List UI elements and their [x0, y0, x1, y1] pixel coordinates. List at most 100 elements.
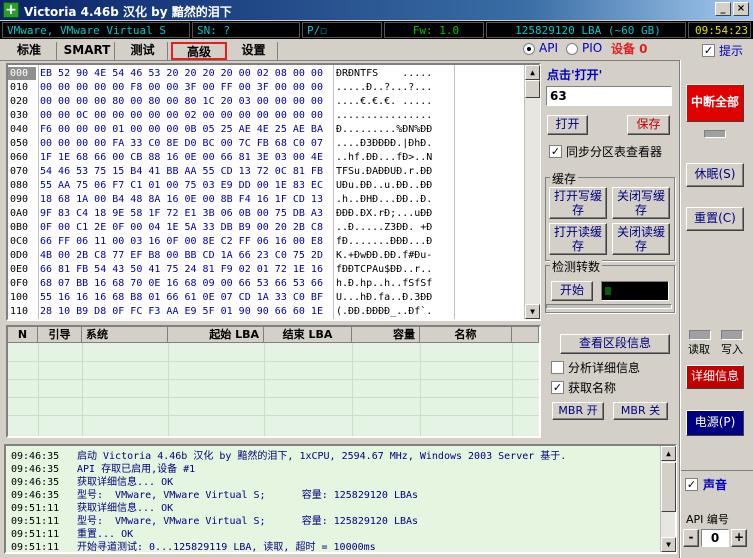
- hex-row[interactable]: 110 28 10 B9 D8 0F FC F3 AA E9 5F 01 90 9…: [8, 305, 522, 318]
- hex-bytes[interactable]: 00 00 00 00 80 00 80 00 80 1C 20 03 00 0…: [40, 95, 323, 108]
- hex-row[interactable]: 0E0 66 81 FB 54 43 50 41 75 24 81 F9 02 0…: [8, 263, 522, 276]
- reset-button[interactable]: 重置(C): [686, 207, 744, 231]
- tab-smart[interactable]: SMART: [60, 42, 115, 60]
- get-name-checkbox[interactable]: ✓: [551, 381, 564, 394]
- hex-offset[interactable]: 0D0: [8, 249, 36, 262]
- disable-write-cache-button[interactable]: 关闭写缓存: [612, 187, 670, 219]
- hex-offset[interactable]: 050: [8, 137, 36, 150]
- hex-bytes[interactable]: 28 10 B9 D8 0F FC F3 AA E9 5F 01 90 90 6…: [40, 305, 323, 318]
- sync-partition-checkbox[interactable]: ✓: [549, 145, 562, 158]
- hex-ascii[interactable]: ................: [336, 109, 432, 122]
- mbr-on-button[interactable]: MBR 开: [552, 402, 604, 420]
- hex-ascii[interactable]: .h..ĐHĐ...ĐĐ..Đ.: [336, 193, 432, 206]
- col-boot[interactable]: 引导: [38, 327, 82, 343]
- col-system[interactable]: 系统: [82, 327, 168, 343]
- api-number-increment[interactable]: +: [731, 529, 747, 547]
- hex-offset[interactable]: 080: [8, 179, 36, 192]
- view-partition-info-button[interactable]: 查看区段信息: [560, 334, 670, 354]
- hex-ascii[interactable]: ..Đ.....Z3ĐĐ. +Đ: [336, 221, 432, 234]
- log-scroll-down-icon[interactable]: ▼: [661, 537, 676, 552]
- enable-write-cache-button[interactable]: 打开写缓存: [549, 187, 607, 219]
- hex-bytes[interactable]: 18 68 1A 00 B4 48 8A 16 0E 00 8B F4 16 1…: [40, 193, 323, 206]
- hex-bytes[interactable]: 00 00 0C 00 00 00 00 00 02 00 00 00 00 0…: [40, 109, 323, 122]
- disable-read-cache-button[interactable]: 关闭读缓存: [612, 223, 670, 255]
- hex-offset[interactable]: 0A0: [8, 207, 36, 220]
- api-number-input[interactable]: 0: [701, 529, 729, 547]
- col-name[interactable]: 名称: [420, 327, 512, 343]
- log-scrollbar[interactable]: ▲ ▼: [660, 446, 676, 552]
- hex-row[interactable]: 100 55 16 16 16 68 B8 01 66 61 0E 07 CD 1…: [8, 291, 522, 304]
- hex-offset[interactable]: 090: [8, 193, 36, 206]
- tab-advanced[interactable]: 高级: [171, 42, 227, 60]
- hex-bytes[interactable]: 00 00 00 00 00 F8 00 00 3F 00 FF 00 3F 0…: [40, 81, 323, 94]
- hex-offset[interactable]: 0B0: [8, 221, 36, 234]
- hex-ascii[interactable]: .....Đ..?...?...: [336, 81, 432, 94]
- hex-bytes[interactable]: 54 46 53 75 15 B4 41 BB AA 55 CD 13 72 0…: [40, 165, 323, 178]
- hex-bytes[interactable]: 4B 00 2B C8 77 EF B8 00 BB CD 1A 66 23 C…: [40, 249, 323, 262]
- hex-ascii[interactable]: ..hf.ĐĐ...fĐ>..N: [336, 151, 432, 164]
- hint-checkbox[interactable]: ✓: [702, 44, 715, 57]
- hex-bytes[interactable]: 55 AA 75 06 F7 C1 01 00 75 03 E9 DD 00 1…: [40, 179, 323, 192]
- hex-row[interactable]: 010 00 00 00 00 00 F8 00 00 3F 00 FF 00 3…: [8, 81, 522, 94]
- tab-settings[interactable]: 设置: [230, 42, 278, 60]
- hex-offset[interactable]: 070: [8, 165, 36, 178]
- hex-scrollbar[interactable]: ▲ ▼: [524, 65, 540, 319]
- api-number-decrement[interactable]: -: [683, 529, 699, 547]
- hex-bytes[interactable]: 55 16 16 16 68 B8 01 66 61 0E 07 CD 1A 3…: [40, 291, 323, 304]
- api-radio[interactable]: [523, 43, 535, 55]
- hex-row[interactable]: 080 55 AA 75 06 F7 C1 01 00 75 03 E9 DD 0…: [8, 179, 522, 192]
- hex-ascii[interactable]: Đ.........%ĐN%ĐĐ: [336, 123, 432, 136]
- hex-ascii[interactable]: TFSu.ĐAĐĐUĐ.r.ĐĐ: [336, 165, 432, 178]
- tab-test[interactable]: 测试: [118, 42, 168, 60]
- hex-bytes[interactable]: 9F 83 C4 18 9E 58 1F 72 E1 3B 06 0B 00 7…: [40, 207, 323, 220]
- hex-row[interactable]: 040 F6 00 00 00 01 00 00 00 0B 05 25 AE 4…: [8, 123, 522, 136]
- details-button[interactable]: 详细信息: [686, 365, 744, 389]
- hex-ascii[interactable]: fĐĐTCPAu$ĐĐ..r..: [336, 263, 432, 276]
- hex-offset[interactable]: 100: [8, 291, 36, 304]
- hex-viewer[interactable]: 000 EB 52 90 4E 54 46 53 20 20 20 20 00 0…: [6, 63, 541, 321]
- hex-row[interactable]: 020 00 00 00 00 80 00 80 00 80 1C 20 03 0…: [8, 95, 522, 108]
- hex-offset[interactable]: 110: [8, 305, 36, 318]
- save-button[interactable]: 保存: [627, 115, 670, 135]
- hex-row[interactable]: 070 54 46 53 75 15 B4 41 BB AA 55 CD 13 7…: [8, 165, 522, 178]
- hex-offset[interactable]: 030: [8, 109, 36, 122]
- sector-input[interactable]: 63: [546, 86, 672, 106]
- hex-offset[interactable]: 010: [8, 81, 36, 94]
- hex-row[interactable]: 0D0 4B 00 2B C8 77 EF B8 00 BB CD 1A 66 2…: [8, 249, 522, 262]
- minimize-button[interactable]: _: [715, 2, 731, 16]
- hex-row[interactable]: 0C0 66 FF 06 11 00 03 16 0F 00 8E C2 FF 0…: [8, 235, 522, 248]
- hex-bytes[interactable]: EB 52 90 4E 54 46 53 20 20 20 20 00 02 0…: [40, 67, 323, 80]
- log-panel[interactable]: 09:46:35 启动 Victoria 4.46b 汉化 by 黯然的泪下, 1…: [4, 444, 677, 554]
- hex-offset[interactable]: 0C0: [8, 235, 36, 248]
- hex-row[interactable]: 0B0 0F 00 C1 2E 0F 00 04 1E 5A 33 DB B9 0…: [8, 221, 522, 234]
- mbr-off-button[interactable]: MBR 关: [613, 402, 668, 420]
- tab-standard[interactable]: 标准: [2, 42, 57, 60]
- hex-bytes[interactable]: 66 81 FB 54 43 50 41 75 24 81 F9 02 01 7…: [40, 263, 323, 276]
- col-start-lba[interactable]: 起始 LBA: [168, 327, 264, 343]
- hex-bytes[interactable]: 68 07 BB 16 68 70 0E 16 68 09 00 66 53 6…: [40, 277, 323, 290]
- hex-ascii[interactable]: UĐu.ĐĐ..u.ĐĐ..ĐĐ: [336, 179, 432, 192]
- pio-radio[interactable]: [566, 43, 578, 55]
- title-bar[interactable]: + Victoria 4.46b 汉化 by 黯然的泪下 _ ×: [0, 0, 753, 20]
- rpm-start-button[interactable]: 开始: [551, 281, 593, 301]
- hex-bytes[interactable]: 66 FF 06 11 00 03 16 0F 00 8E C2 FF 06 1…: [40, 235, 323, 248]
- scroll-up-icon[interactable]: ▲: [525, 65, 540, 80]
- sleep-button[interactable]: 休眠(S): [686, 163, 744, 187]
- col-end-lba[interactable]: 结束 LBA: [264, 327, 352, 343]
- sound-checkbox[interactable]: ✓: [685, 478, 698, 491]
- hex-offset[interactable]: 000: [8, 67, 36, 80]
- hex-bytes[interactable]: F6 00 00 00 01 00 00 00 0B 05 25 AE 4E 2…: [40, 123, 323, 136]
- hex-ascii[interactable]: K.+ĐwĐĐ.ĐĐ.f#Đu-: [336, 249, 432, 262]
- hex-offset[interactable]: 0E0: [8, 263, 36, 276]
- hex-offset[interactable]: 020: [8, 95, 36, 108]
- hex-row[interactable]: 0A0 9F 83 C4 18 9E 58 1F 72 E1 3B 06 0B 0…: [8, 207, 522, 220]
- hex-ascii[interactable]: ĐĐĐ.ĐX.rĐ;...uĐĐ: [336, 207, 432, 220]
- hex-ascii[interactable]: h.Đ.hp..h..fSfSf: [336, 277, 432, 290]
- enable-read-cache-button[interactable]: 打开读缓存: [549, 223, 607, 255]
- hex-ascii[interactable]: ....€.€.€. .....: [336, 95, 432, 108]
- hex-offset[interactable]: 040: [8, 123, 36, 136]
- break-all-button[interactable]: 中断全部: [686, 84, 744, 122]
- log-scroll-up-icon[interactable]: ▲: [661, 446, 676, 461]
- hex-row[interactable]: 050 00 00 00 00 FA 33 C0 8E D0 BC 00 7C F…: [8, 137, 522, 150]
- hex-row[interactable]: 030 00 00 0C 00 00 00 00 00 02 00 00 00 0…: [8, 109, 522, 122]
